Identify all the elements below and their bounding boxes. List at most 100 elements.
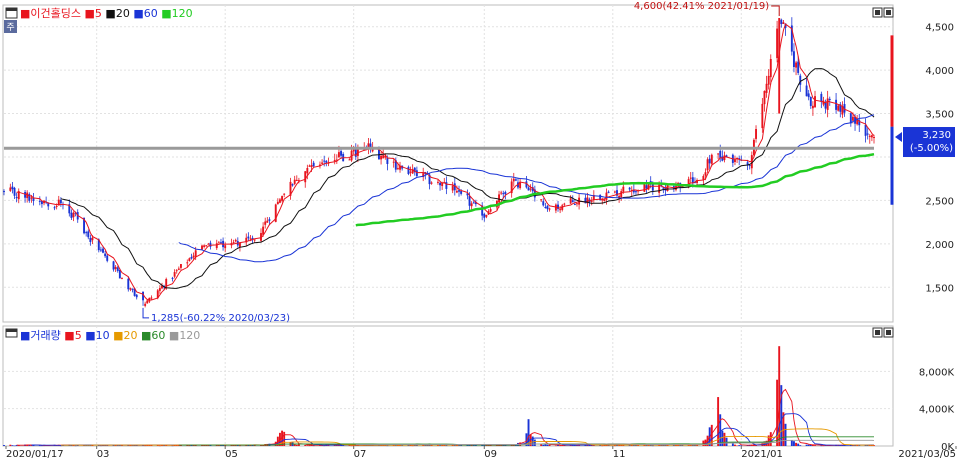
volume-bar xyxy=(297,444,300,446)
volume-bar xyxy=(9,444,12,446)
candle-body xyxy=(717,153,720,155)
volume-bar xyxy=(306,445,309,446)
candle-body xyxy=(249,238,252,240)
date-tick-label: 2021/03/05 xyxy=(898,449,956,460)
volume-panel-close-icon[interactable] xyxy=(883,327,894,338)
price-panel-menu-icon[interactable] xyxy=(5,7,18,19)
candle-body xyxy=(158,288,161,291)
candle-body xyxy=(864,124,867,136)
candle-body xyxy=(201,245,203,250)
candle-body xyxy=(814,96,816,108)
candle-body xyxy=(489,209,492,212)
candle-body xyxy=(795,62,798,68)
candle-body xyxy=(9,187,12,191)
candle-body xyxy=(186,262,189,264)
candle-body xyxy=(85,232,88,234)
candle-body xyxy=(767,75,770,85)
candle-body xyxy=(868,135,871,137)
candle-body xyxy=(321,162,324,164)
date-tick-label: 09 xyxy=(484,449,497,460)
volume-bar xyxy=(32,445,35,447)
candle-body xyxy=(559,209,562,211)
price-legend-marker: ■ xyxy=(20,7,30,20)
volume-bar xyxy=(544,444,547,446)
candle-body xyxy=(651,183,654,191)
candle-body xyxy=(504,191,507,195)
candle-body xyxy=(310,165,313,168)
candle-body xyxy=(295,179,298,181)
candle-body xyxy=(232,242,235,244)
candle-body xyxy=(576,203,578,205)
volume-bar xyxy=(721,430,724,446)
candle-body xyxy=(563,203,566,205)
volume-panel-menu-icon[interactable] xyxy=(5,328,18,338)
volume-bar xyxy=(799,445,802,446)
volume-panel-maximize-icon[interactable] xyxy=(872,327,883,338)
candle-body xyxy=(53,207,56,209)
candle-body xyxy=(835,99,838,110)
candle-body xyxy=(3,191,5,193)
candle-body xyxy=(306,168,309,174)
candle-body xyxy=(293,179,296,184)
candle-body xyxy=(873,137,875,139)
price-panel-close-icon[interactable] xyxy=(883,7,894,18)
candle-body xyxy=(192,255,195,258)
candle-body xyxy=(607,191,610,193)
candle-body xyxy=(205,245,208,247)
volume-bar xyxy=(188,445,191,447)
price-axis: 1,500 2,000 2,500 3,500 4,000 4,500 xyxy=(925,23,954,295)
candle-body xyxy=(605,192,608,200)
candle-body xyxy=(451,185,454,191)
candle-body xyxy=(805,85,808,97)
candle-body xyxy=(268,219,271,221)
volume-legend-ma120: 120 xyxy=(179,329,200,342)
candle-body xyxy=(415,170,418,177)
volume-bar xyxy=(613,445,616,447)
volume-legend-name: 거래량 xyxy=(30,329,60,342)
candle-body xyxy=(755,129,757,139)
volume-bar xyxy=(734,444,736,446)
volume-bar xyxy=(807,444,810,446)
candle-body xyxy=(820,93,823,102)
date-tick-label: 07 xyxy=(354,449,367,460)
candle-body xyxy=(544,207,547,209)
candle-body xyxy=(70,212,73,218)
candle-body xyxy=(220,242,222,244)
volume-bar xyxy=(736,445,739,447)
candle-body xyxy=(430,182,433,184)
stock-chart: 주 ■이건홀딩스 ■5 ■20 ■60 ■120 ■거래량 ■5 ■10 ■20… xyxy=(2,1,957,460)
volume-bar xyxy=(792,441,795,446)
candle-body xyxy=(719,150,722,159)
candle-body xyxy=(603,199,606,202)
candle-body xyxy=(392,161,395,163)
candle-body xyxy=(87,231,90,238)
candle-body xyxy=(144,303,147,306)
volume-bar xyxy=(554,445,557,447)
candle-body xyxy=(234,239,237,242)
svg-text:4,600(42.41% 2021/01/19): 4,600(42.41% 2021/01/19) xyxy=(634,1,769,12)
candle-body xyxy=(215,243,218,249)
price-legend-name: 이건홀딩스 xyxy=(30,7,81,20)
candle-body xyxy=(436,181,439,183)
candle-body xyxy=(870,135,873,138)
volume-legend-ma5: 5 xyxy=(75,329,82,342)
candle-body xyxy=(628,187,631,190)
candle-body xyxy=(483,213,486,218)
candle-body xyxy=(99,249,102,251)
candle-body xyxy=(807,93,810,98)
date-tick-label: 03 xyxy=(97,449,110,460)
price-legend-ma60: 60 xyxy=(144,7,158,20)
volume-legend-ma60: 60 xyxy=(151,329,165,342)
volume-bar xyxy=(485,445,488,446)
volume-bar xyxy=(3,445,5,446)
candle-body xyxy=(780,19,783,25)
candle-body xyxy=(114,266,117,269)
candle-body xyxy=(264,221,267,225)
volume-bar xyxy=(559,445,562,447)
volume-tick-label: 4,000K xyxy=(919,405,955,416)
price-panel-maximize-icon[interactable] xyxy=(872,7,883,18)
candle-body xyxy=(797,61,800,73)
price-panel-zoom-icon[interactable]: 주 xyxy=(4,20,17,33)
candle-body xyxy=(281,196,284,201)
candle-body xyxy=(613,191,616,193)
